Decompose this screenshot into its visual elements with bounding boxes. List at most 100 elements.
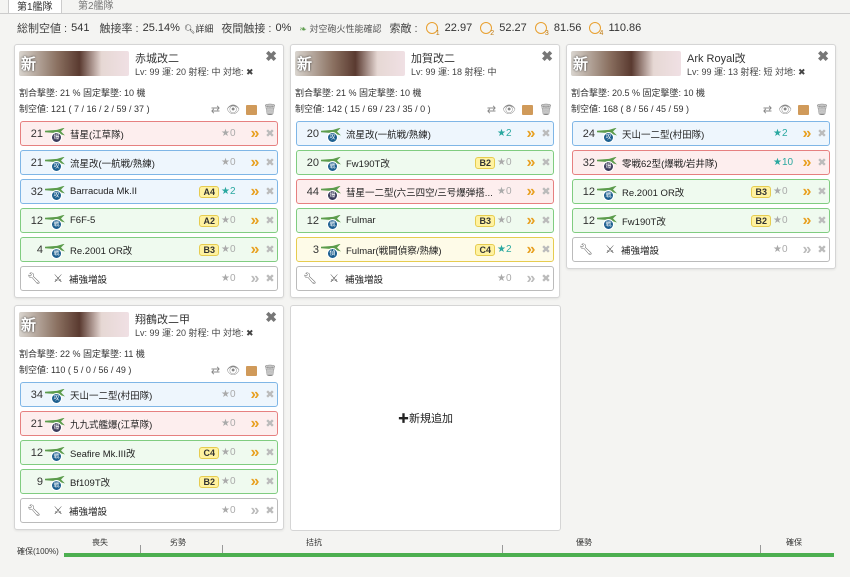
slot-count[interactable]: 34 bbox=[21, 389, 43, 401]
equipment-slot[interactable]: 34 攻天山一二型(村田隊) ★0» ✖ bbox=[20, 382, 278, 407]
proficiency-chevron-icon[interactable]: » bbox=[799, 241, 815, 257]
trash-icon[interactable]: 🗑︎ bbox=[263, 364, 277, 377]
equipment-slot[interactable]: 32 攻 Barracuda Mk.II A4 ★2» ✖ bbox=[20, 179, 278, 204]
equipment-slot[interactable]: 21 爆九九式艦爆(江草隊) ★0» ✖ bbox=[20, 411, 278, 436]
eye-icon[interactable]: 👁︎ bbox=[226, 103, 240, 116]
equipment-slot[interactable]: 12 戦 Seafire Mk.III改 C4 ★0» ✖ bbox=[20, 440, 278, 465]
proficiency-chevron-icon[interactable]: » bbox=[247, 183, 263, 199]
improvement-star[interactable]: ★0 bbox=[221, 389, 247, 400]
proficiency-chevron-icon[interactable]: » bbox=[247, 154, 263, 170]
ship-banner[interactable]: 新 bbox=[295, 51, 405, 76]
proficiency-chevron-icon[interactable]: » bbox=[523, 183, 539, 199]
improvement-star[interactable]: ★0 bbox=[497, 215, 523, 226]
proficiency-chevron-icon[interactable]: » bbox=[247, 502, 263, 518]
trash-icon[interactable]: 🗑︎ bbox=[263, 103, 277, 116]
close-icon[interactable]: ✖ bbox=[817, 48, 829, 65]
remove-icon[interactable]: ✖ bbox=[815, 156, 829, 169]
improvement-star[interactable]: ★10 bbox=[773, 157, 799, 168]
slot-count[interactable]: 21 bbox=[21, 157, 43, 169]
equipment-slot[interactable]: 12 戦 F6F-5 A2 ★0» ✖ bbox=[20, 208, 278, 233]
proficiency-chevron-icon[interactable]: » bbox=[523, 270, 539, 286]
slot-count[interactable]: 3 bbox=[297, 244, 319, 256]
box-icon[interactable] bbox=[246, 365, 258, 376]
remove-icon[interactable]: ✖ bbox=[815, 243, 829, 256]
slot-count[interactable]: 9 bbox=[21, 476, 43, 488]
proficiency-chevron-icon[interactable]: » bbox=[523, 241, 539, 257]
trash-icon[interactable]: 🗑︎ bbox=[539, 103, 553, 116]
slot-count[interactable]: 32 bbox=[21, 186, 43, 198]
proficiency-chevron-icon[interactable]: » bbox=[799, 212, 815, 228]
slot-count[interactable]: 12 bbox=[297, 215, 319, 227]
proficiency-chevron-icon[interactable]: » bbox=[799, 183, 815, 199]
equipment-slot[interactable]: 3 偵 Fulmar(戦闘偵察/熟練) C4 ★2» ✖ bbox=[296, 237, 554, 262]
improvement-star[interactable]: ★0 bbox=[773, 215, 799, 226]
box-icon[interactable] bbox=[798, 104, 810, 115]
improvement-star[interactable]: ★0 bbox=[221, 128, 247, 139]
remove-icon[interactable]: ✖ bbox=[539, 185, 553, 198]
proficiency-chevron-icon[interactable]: » bbox=[247, 125, 263, 141]
improvement-star[interactable]: ★0 bbox=[221, 505, 247, 516]
improvement-star[interactable]: ★0 bbox=[497, 157, 523, 168]
remove-icon[interactable]: ✖ bbox=[263, 446, 277, 459]
equipment-slot[interactable]: 44 爆彗星一二型(六三四空/三号爆弾搭... ★0» ✖ bbox=[296, 179, 554, 204]
improvement-star[interactable]: ★0 bbox=[497, 186, 523, 197]
slot-count[interactable]: 4 bbox=[21, 244, 43, 256]
detail-link[interactable]: 🔍︎詳細 bbox=[184, 22, 213, 35]
ship-banner[interactable]: 新 bbox=[19, 51, 129, 76]
improvement-star[interactable]: ★2 bbox=[497, 244, 523, 255]
equipment-slot[interactable]: 9 戦 Bf109T改 B2 ★0» ✖ bbox=[20, 469, 278, 494]
ship-name[interactable]: 赤城改二 bbox=[135, 50, 179, 66]
remove-icon[interactable]: ✖ bbox=[263, 243, 277, 256]
ship-name[interactable]: 翔鶴改二甲 bbox=[135, 311, 190, 327]
slot-count[interactable]: 24 bbox=[573, 128, 595, 140]
swap-icon[interactable]: ⇄ bbox=[763, 103, 772, 116]
remove-icon[interactable]: ✖ bbox=[539, 243, 553, 256]
equipment-slot[interactable]: 🔧︎ ⚔︎ 補強増設 ★0» ✖ bbox=[20, 266, 278, 291]
remove-icon[interactable]: ✖ bbox=[263, 388, 277, 401]
slot-count[interactable]: 20 bbox=[297, 128, 319, 140]
equipment-slot[interactable]: 32 爆零戦62型(爆戦/岩井隊) ★10» ✖ bbox=[572, 150, 830, 175]
remove-icon[interactable]: ✖ bbox=[815, 214, 829, 227]
swap-icon[interactable]: ⇄ bbox=[211, 103, 220, 116]
equipment-slot[interactable]: 12 戦 Re.2001 OR改 B3 ★0» ✖ bbox=[572, 179, 830, 204]
remove-icon[interactable]: ✖ bbox=[263, 214, 277, 227]
equipment-slot[interactable]: 21 攻流星改(一航戦/熟練) ★0» ✖ bbox=[20, 150, 278, 175]
improvement-star[interactable]: ★0 bbox=[221, 215, 247, 226]
box-icon[interactable] bbox=[246, 104, 258, 115]
remove-icon[interactable]: ✖ bbox=[263, 475, 277, 488]
improvement-star[interactable]: ★0 bbox=[773, 244, 799, 255]
improvement-star[interactable]: ★0 bbox=[497, 273, 523, 284]
slot-count[interactable]: 12 bbox=[573, 215, 595, 227]
improvement-star[interactable]: ★0 bbox=[221, 244, 247, 255]
remove-icon[interactable]: ✖ bbox=[263, 417, 277, 430]
proficiency-chevron-icon[interactable]: » bbox=[799, 154, 815, 170]
proficiency-chevron-icon[interactable]: » bbox=[247, 386, 263, 402]
equipment-slot[interactable]: 12 戦 Fulmar B3 ★0» ✖ bbox=[296, 208, 554, 233]
slot-count[interactable]: 12 bbox=[21, 215, 43, 227]
improvement-star[interactable]: ★0 bbox=[221, 418, 247, 429]
slot-count[interactable]: 21 bbox=[21, 128, 43, 140]
equipment-slot[interactable]: 21 爆彗星(江草隊) ★0» ✖ bbox=[20, 121, 278, 146]
remove-icon[interactable]: ✖ bbox=[539, 272, 553, 285]
proficiency-chevron-icon[interactable]: » bbox=[247, 270, 263, 286]
slot-count[interactable]: 12 bbox=[573, 186, 595, 198]
equipment-slot[interactable]: 20 攻流星改(一航戦/熟練) ★2» ✖ bbox=[296, 121, 554, 146]
proficiency-chevron-icon[interactable]: » bbox=[247, 241, 263, 257]
equipment-slot[interactable]: 12 戦 Fw190T改 B2 ★0» ✖ bbox=[572, 208, 830, 233]
proficiency-chevron-icon[interactable]: » bbox=[247, 473, 263, 489]
swap-icon[interactable]: ⇄ bbox=[487, 103, 496, 116]
remove-icon[interactable]: ✖ bbox=[263, 272, 277, 285]
remove-icon[interactable]: ✖ bbox=[815, 185, 829, 198]
tab-fleet-1[interactable]: 第1艦隊 bbox=[8, 0, 62, 13]
add-ship-button[interactable]: ✚新規追加 bbox=[290, 305, 561, 531]
improvement-star[interactable]: ★2 bbox=[221, 186, 247, 197]
equipment-slot[interactable]: 4 戦 Re.2001 OR改 B3 ★0» ✖ bbox=[20, 237, 278, 262]
improvement-star[interactable]: ★0 bbox=[773, 186, 799, 197]
proficiency-chevron-icon[interactable]: » bbox=[523, 154, 539, 170]
close-icon[interactable]: ✖ bbox=[265, 48, 277, 65]
proficiency-chevron-icon[interactable]: » bbox=[523, 212, 539, 228]
improvement-star[interactable]: ★0 bbox=[221, 476, 247, 487]
proficiency-chevron-icon[interactable]: » bbox=[247, 212, 263, 228]
proficiency-chevron-icon[interactable]: » bbox=[247, 444, 263, 460]
proficiency-chevron-icon[interactable]: » bbox=[523, 125, 539, 141]
